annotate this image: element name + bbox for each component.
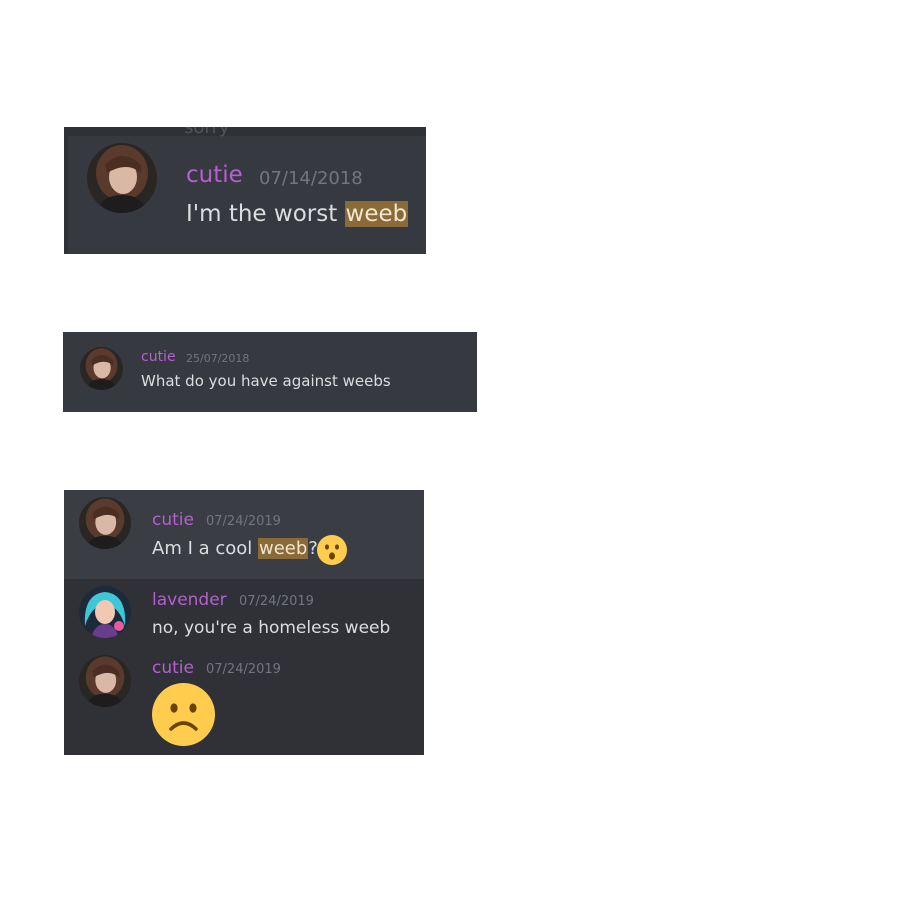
avatar-cutie[interactable] (79, 497, 131, 549)
message: lavender 07/24/2019 no, you're a homeles… (64, 579, 424, 649)
chat-screenshot-2: cutie 25/07/2018 What do you have agains… (63, 332, 477, 412)
message: cutie 07/14/2018 I'm the worst weeb (64, 127, 426, 254)
message: cutie 07/24/2019 Am I a cool weeb? (64, 490, 424, 579)
username[interactable]: lavender (152, 590, 227, 610)
frowning-face-icon[interactable] (152, 683, 215, 746)
timestamp: 25/07/2018 (186, 352, 250, 365)
highlighted-word: weeb (344, 201, 409, 227)
message-text-plain: Am I a cool (152, 538, 258, 559)
highlighted-word: weeb (258, 538, 309, 559)
chat-screenshot-1: sorry cutie 07/14/2018 I'm the worst wee… (64, 127, 426, 254)
avatar-image (87, 143, 157, 213)
message-text: What do you have against weebs (141, 372, 391, 390)
message: cutie 07/24/2019 (64, 649, 424, 755)
avatar-image (79, 586, 131, 638)
message: cutie 25/07/2018 What do you have agains… (63, 332, 477, 412)
username[interactable]: cutie (186, 162, 243, 188)
avatar-image (80, 347, 123, 390)
username[interactable]: cutie (152, 510, 194, 530)
avatar-image (79, 497, 131, 549)
avatar-cutie[interactable] (80, 347, 123, 390)
hushed-face-icon[interactable] (317, 535, 347, 565)
avatar-image (79, 655, 131, 707)
timestamp: 07/24/2019 (206, 514, 281, 529)
avatar-lavender[interactable] (79, 586, 131, 638)
username[interactable]: cutie (141, 349, 176, 365)
avatar-cutie[interactable] (87, 143, 157, 213)
timestamp: 07/24/2019 (206, 662, 281, 677)
message-text-plain: I'm the worst (186, 201, 345, 227)
timestamp: 07/24/2019 (239, 594, 314, 609)
message-text: Am I a cool weeb? (152, 538, 318, 559)
message-text: no, you're a homeless weeb (152, 618, 391, 638)
chat-screenshot-3: cutie 07/24/2019 Am I a cool weeb? laven… (64, 490, 424, 755)
message-text: I'm the worst weeb (186, 201, 409, 227)
timestamp: 07/14/2018 (259, 168, 363, 189)
avatar-cutie[interactable] (79, 655, 131, 707)
username[interactable]: cutie (152, 658, 194, 678)
